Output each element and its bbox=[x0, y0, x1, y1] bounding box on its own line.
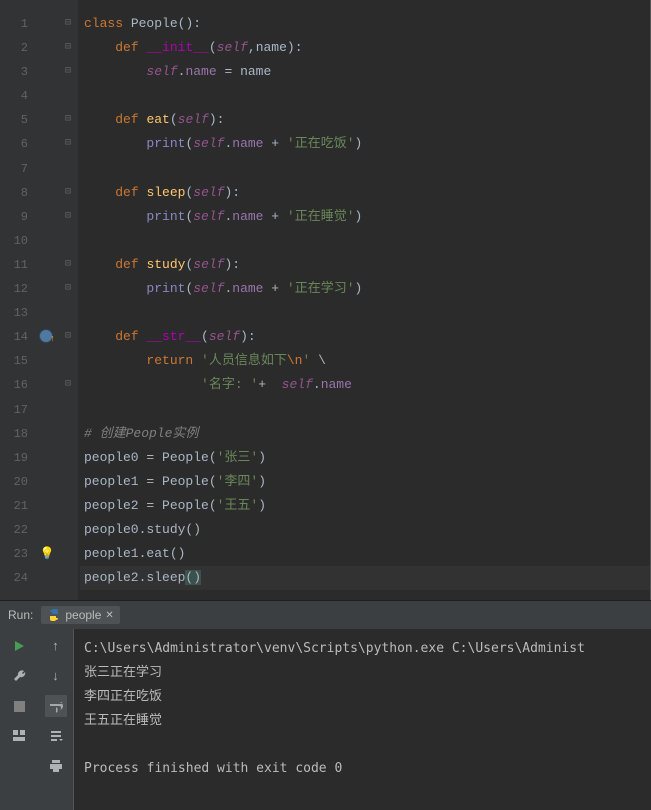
line-number: 14 bbox=[0, 325, 28, 349]
run-tool-label: Run: bbox=[8, 608, 33, 622]
soft-wrap-icon[interactable] bbox=[45, 695, 67, 717]
code-editor-panel: 1 2 3 4 5 6 7 8 9 10 11 12 13 14 15 16 1… bbox=[0, 0, 651, 600]
code-line: class People(): bbox=[80, 12, 650, 36]
code-line: return '人员信息如下\n' \ bbox=[80, 349, 650, 373]
fold-toggle-icon[interactable]: ⊟ bbox=[58, 108, 78, 132]
fold-toggle-icon[interactable]: ⊟ bbox=[58, 36, 78, 60]
code-line bbox=[80, 229, 650, 253]
down-stack-icon[interactable]: ↓ bbox=[45, 665, 67, 687]
fold-toggle-icon[interactable]: ⊟ bbox=[58, 181, 78, 205]
fold-toggle-icon[interactable]: ⊟ bbox=[58, 277, 78, 301]
console-line: 李四正在吃饭 bbox=[84, 689, 162, 704]
run-body: ↑ ↓ C:\Users\Administrator\venv\Scripts\… bbox=[0, 629, 651, 810]
code-line: print(self.name + '正在睡觉') bbox=[80, 205, 650, 229]
line-number: 1 bbox=[0, 12, 28, 36]
layout-settings-icon[interactable] bbox=[8, 725, 30, 747]
line-number: 19 bbox=[0, 446, 28, 470]
run-tool-window: Run: people ✕ ↑ ↓ C:\Users\Administrator… bbox=[0, 600, 651, 810]
rerun-button[interactable] bbox=[8, 635, 30, 657]
line-number: 6 bbox=[0, 132, 28, 156]
fold-toggle-icon[interactable]: ⊟ bbox=[58, 132, 78, 156]
code-area[interactable]: class People(): def __init__(self,name):… bbox=[78, 0, 651, 600]
code-line: print(self.name + '正在吃饭') bbox=[80, 132, 650, 156]
code-line: def __str__(self): bbox=[80, 325, 650, 349]
code-line: people0.study() bbox=[80, 518, 650, 542]
intention-bulb-icon[interactable]: 💡 bbox=[40, 547, 55, 561]
settings-wrench-icon[interactable] bbox=[8, 665, 30, 687]
fold-toggle-icon[interactable]: ⊟ bbox=[58, 253, 78, 277]
code-line: def __init__(self,name): bbox=[80, 36, 650, 60]
line-number: 23 bbox=[0, 542, 28, 566]
code-line: people1 = People('李四') bbox=[80, 470, 650, 494]
line-number-gutter: 1 2 3 4 5 6 7 8 9 10 11 12 13 14 15 16 1… bbox=[0, 0, 36, 600]
fold-toggle-icon[interactable]: ⊟ bbox=[58, 325, 78, 349]
run-tab[interactable]: people ✕ bbox=[41, 606, 119, 624]
run-toolbar-secondary: ↑ ↓ bbox=[38, 629, 74, 810]
run-toolbar-primary bbox=[0, 629, 38, 810]
code-line-current: people2.sleep() bbox=[80, 566, 650, 590]
line-number: 8 bbox=[0, 181, 28, 205]
stop-button[interactable] bbox=[8, 695, 30, 717]
line-number: 2 bbox=[0, 36, 28, 60]
code-line: def eat(self): bbox=[80, 108, 650, 132]
python-file-icon bbox=[47, 608, 61, 622]
line-number: 22 bbox=[0, 518, 28, 542]
fold-toggle-icon[interactable]: ⊟ bbox=[58, 12, 78, 36]
line-number: 21 bbox=[0, 494, 28, 518]
line-number: 4 bbox=[0, 84, 28, 108]
code-line: self.name = name bbox=[80, 60, 650, 84]
code-line bbox=[80, 398, 650, 422]
code-line: def study(self): bbox=[80, 253, 650, 277]
run-tab-title: people bbox=[65, 608, 101, 622]
line-number: 17 bbox=[0, 398, 28, 422]
line-number: 20 bbox=[0, 470, 28, 494]
scroll-to-end-icon[interactable] bbox=[45, 725, 67, 747]
up-stack-icon[interactable]: ↑ bbox=[45, 635, 67, 657]
console-exit-line: Process finished with exit code 0 bbox=[84, 761, 342, 776]
code-line bbox=[80, 157, 650, 181]
code-line: def sleep(self): bbox=[80, 181, 650, 205]
gutter-markers: 💡 bbox=[36, 0, 58, 600]
line-number: 13 bbox=[0, 301, 28, 325]
line-number: 24 bbox=[0, 566, 28, 590]
fold-gutter: ⊟ ⊟ ⊟ ⊟ ⊟ ⊟ ⊟ ⊟ ⊟ ⊟ ⊟ bbox=[58, 0, 78, 600]
code-line: people2 = People('王五') bbox=[80, 494, 650, 518]
console-line: 王五正在睡觉 bbox=[84, 713, 162, 728]
code-line: '名字: '+ self.name bbox=[80, 373, 650, 397]
line-number: 11 bbox=[0, 253, 28, 277]
line-number: 3 bbox=[0, 60, 28, 84]
code-line: people0 = People('张三') bbox=[80, 446, 650, 470]
run-header: Run: people ✕ bbox=[0, 601, 651, 629]
print-icon[interactable] bbox=[45, 755, 67, 777]
line-number: 18 bbox=[0, 422, 28, 446]
line-number: 10 bbox=[0, 229, 28, 253]
code-line: print(self.name + '正在学习') bbox=[80, 277, 650, 301]
override-marker-icon[interactable] bbox=[39, 329, 53, 343]
line-number: 9 bbox=[0, 205, 28, 229]
code-line bbox=[80, 84, 650, 108]
code-line: people1.eat() bbox=[80, 542, 650, 566]
close-tab-icon[interactable]: ✕ bbox=[105, 610, 113, 621]
fold-toggle-icon[interactable]: ⊟ bbox=[58, 373, 78, 397]
code-line: # 创建People实例 bbox=[80, 422, 650, 446]
line-number: 15 bbox=[0, 349, 28, 373]
fold-toggle-icon[interactable]: ⊟ bbox=[58, 60, 78, 84]
fold-toggle-icon[interactable]: ⊟ bbox=[58, 205, 78, 229]
line-number: 7 bbox=[0, 157, 28, 181]
line-number: 12 bbox=[0, 277, 28, 301]
code-line bbox=[80, 301, 650, 325]
console-line: 张三正在学习 bbox=[84, 665, 162, 680]
console-output[interactable]: C:\Users\Administrator\venv\Scripts\pyth… bbox=[74, 629, 651, 810]
line-number: 5 bbox=[0, 108, 28, 132]
line-number: 16 bbox=[0, 373, 28, 397]
console-command: C:\Users\Administrator\venv\Scripts\pyth… bbox=[84, 641, 585, 656]
